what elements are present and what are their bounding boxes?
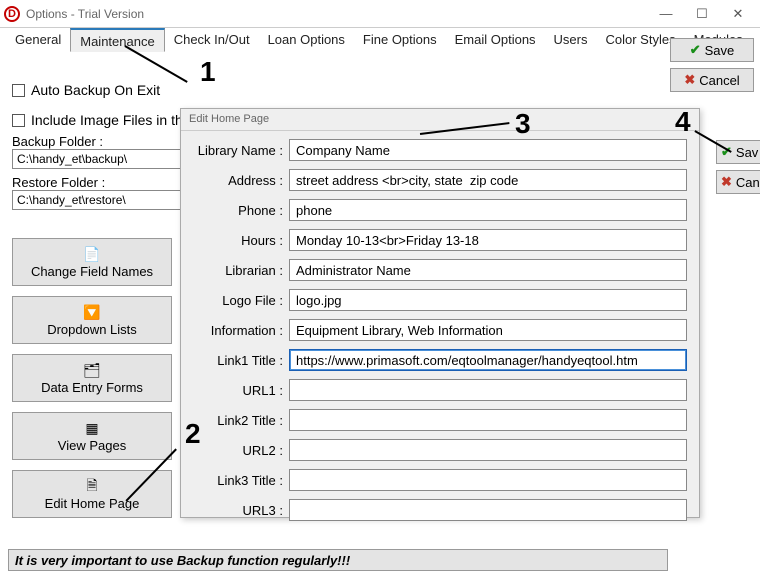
auto-backup-checkbox[interactable] [12,84,25,97]
information-label: Information : [193,323,289,338]
include-image-checkbox[interactable] [12,114,25,127]
change-field-names-label: Change Field Names [31,264,153,279]
change-field-names-button[interactable]: 📄 Change Field Names [12,238,172,286]
logo-file-label: Logo File : [193,293,289,308]
dialog-title: Edit Home Page [181,109,699,131]
url1-label: URL1 : [193,383,289,398]
document-icon: 📄 [83,246,100,264]
annotation-3: 3 [515,108,531,140]
auto-backup-row: Auto Backup On Exit [12,82,748,98]
logo-file-input[interactable] [289,289,687,311]
minimize-button[interactable]: — [648,4,684,24]
annotation-4: 4 [675,106,691,138]
tab-fine-options[interactable]: Fine Options [354,28,446,52]
edit-home-page-dialog: Edit Home Page Library Name : Address : … [180,108,700,518]
library-name-label: Library Name : [193,143,289,158]
tab-users[interactable]: Users [545,28,597,52]
phone-input[interactable] [289,199,687,221]
dropdown-lists-button[interactable]: 🔽 Dropdown Lists [12,296,172,344]
view-pages-label: View Pages [58,438,126,453]
page-icon: 🗎 [86,478,97,496]
form-icon: 🗂 [83,362,101,380]
hours-label: Hours : [193,233,289,248]
close-button[interactable]: ✕ [720,4,756,24]
window-titlebar: D Options - Trial Version — ☐ ✕ [0,0,760,28]
link3-title-label: Link3 Title : [193,473,289,488]
edit-home-page-label: Edit Home Page [45,496,140,511]
librarian-label: Librarian : [193,263,289,278]
address-input[interactable] [289,169,687,191]
link1-title-input[interactable] [289,349,687,371]
url2-label: URL2 : [193,443,289,458]
annotation-1: 1 [200,56,216,88]
footer-warning: It is very important to use Backup funct… [8,549,668,571]
view-pages-button[interactable]: ▦ View Pages [12,412,172,460]
url3-input[interactable] [289,499,687,521]
url2-input[interactable] [289,439,687,461]
maximize-button[interactable]: ☐ [684,4,720,24]
library-name-input[interactable] [289,139,687,161]
data-entry-forms-label: Data Entry Forms [41,380,143,395]
tab-general[interactable]: General [6,28,70,52]
auto-backup-label: Auto Backup On Exit [31,82,160,98]
phone-label: Phone : [193,203,289,218]
annotation-2: 2 [185,418,201,450]
app-icon: D [4,6,20,22]
data-entry-forms-button[interactable]: 🗂 Data Entry Forms [12,354,172,402]
link3-title-input[interactable] [289,469,687,491]
tab-checkinout[interactable]: Check In/Out [165,28,259,52]
url1-input[interactable] [289,379,687,401]
tab-email-options[interactable]: Email Options [446,28,545,52]
link2-title-label: Link2 Title : [193,413,289,428]
window-title: Options - Trial Version [26,7,144,21]
dialog-body: Library Name : Address : Phone : Hours :… [181,131,699,537]
url3-label: URL3 : [193,503,289,518]
tab-loan-options[interactable]: Loan Options [259,28,354,52]
tab-maintenance[interactable]: Maintenance [70,28,164,52]
dropdown-lists-label: Dropdown Lists [47,322,137,337]
include-image-label: Include Image Files in the [31,112,191,128]
tab-bar: General Maintenance Check In/Out Loan Op… [0,28,760,52]
link2-title-input[interactable] [289,409,687,431]
librarian-input[interactable] [289,259,687,281]
list-icon: 🔽 [83,304,100,322]
grid-icon: ▦ [85,420,98,438]
address-label: Address : [193,173,289,188]
hours-input[interactable] [289,229,687,251]
information-input[interactable] [289,319,687,341]
link1-title-label: Link1 Title : [193,353,289,368]
